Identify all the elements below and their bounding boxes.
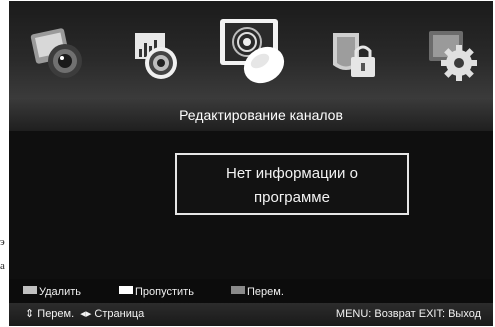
leftright-arrows-icon: ◂▸: [80, 308, 92, 320]
help-menu-label: MENU: Возврат: [335, 308, 416, 320]
legend-delete-label: Удалить: [39, 286, 81, 298]
legend-move: Перем.: [231, 285, 284, 299]
help-bar: ⇕ Перем. ◂▸ Страница MENU: Возврат EXIT:…: [9, 303, 493, 326]
page-title: Редактирование каналов: [179, 107, 343, 123]
page-title-bar: Редактирование каналов: [9, 99, 493, 131]
color-key-legend: Удалить Пропустить Перем.: [9, 281, 493, 303]
updown-arrows-icon: ⇕: [25, 308, 35, 320]
message-line-1: Нет информации о: [226, 165, 358, 182]
edge-text-upper: э: [0, 236, 5, 248]
legend-skip-label: Пропустить: [135, 286, 194, 298]
help-navigation: ⇕ Перем. ◂▸ Страница: [25, 303, 144, 326]
delete-color-swatch: [23, 286, 37, 294]
tv-screen: Редактирование каналов Нет информации о …: [9, 1, 493, 326]
picture-icon[interactable]: [29, 25, 87, 83]
skip-color-swatch: [119, 286, 133, 294]
help-keys: MENU: Возврат EXIT: Выход: [336, 303, 481, 326]
move-color-swatch: [231, 286, 245, 294]
legend-delete: Удалить: [23, 285, 81, 299]
content-area: Нет информации о программе: [9, 131, 493, 279]
menu-icon-strip: [9, 1, 493, 99]
settings-icon[interactable]: [423, 25, 481, 83]
legend-move-label: Перем.: [247, 286, 284, 298]
lock-icon[interactable]: [325, 25, 383, 83]
edge-text-lower: а: [0, 260, 5, 272]
message-line-2: программе: [254, 189, 330, 206]
help-exit-label: EXIT: Выход: [418, 308, 481, 320]
help-updown-label: Перем.: [37, 308, 75, 320]
legend-skip: Пропустить: [119, 285, 194, 299]
help-leftright-label: Страница: [94, 308, 145, 320]
no-info-message-box: Нет информации о программе: [175, 153, 409, 215]
channel-icon[interactable]: [214, 11, 292, 89]
sound-icon[interactable]: [127, 25, 185, 83]
